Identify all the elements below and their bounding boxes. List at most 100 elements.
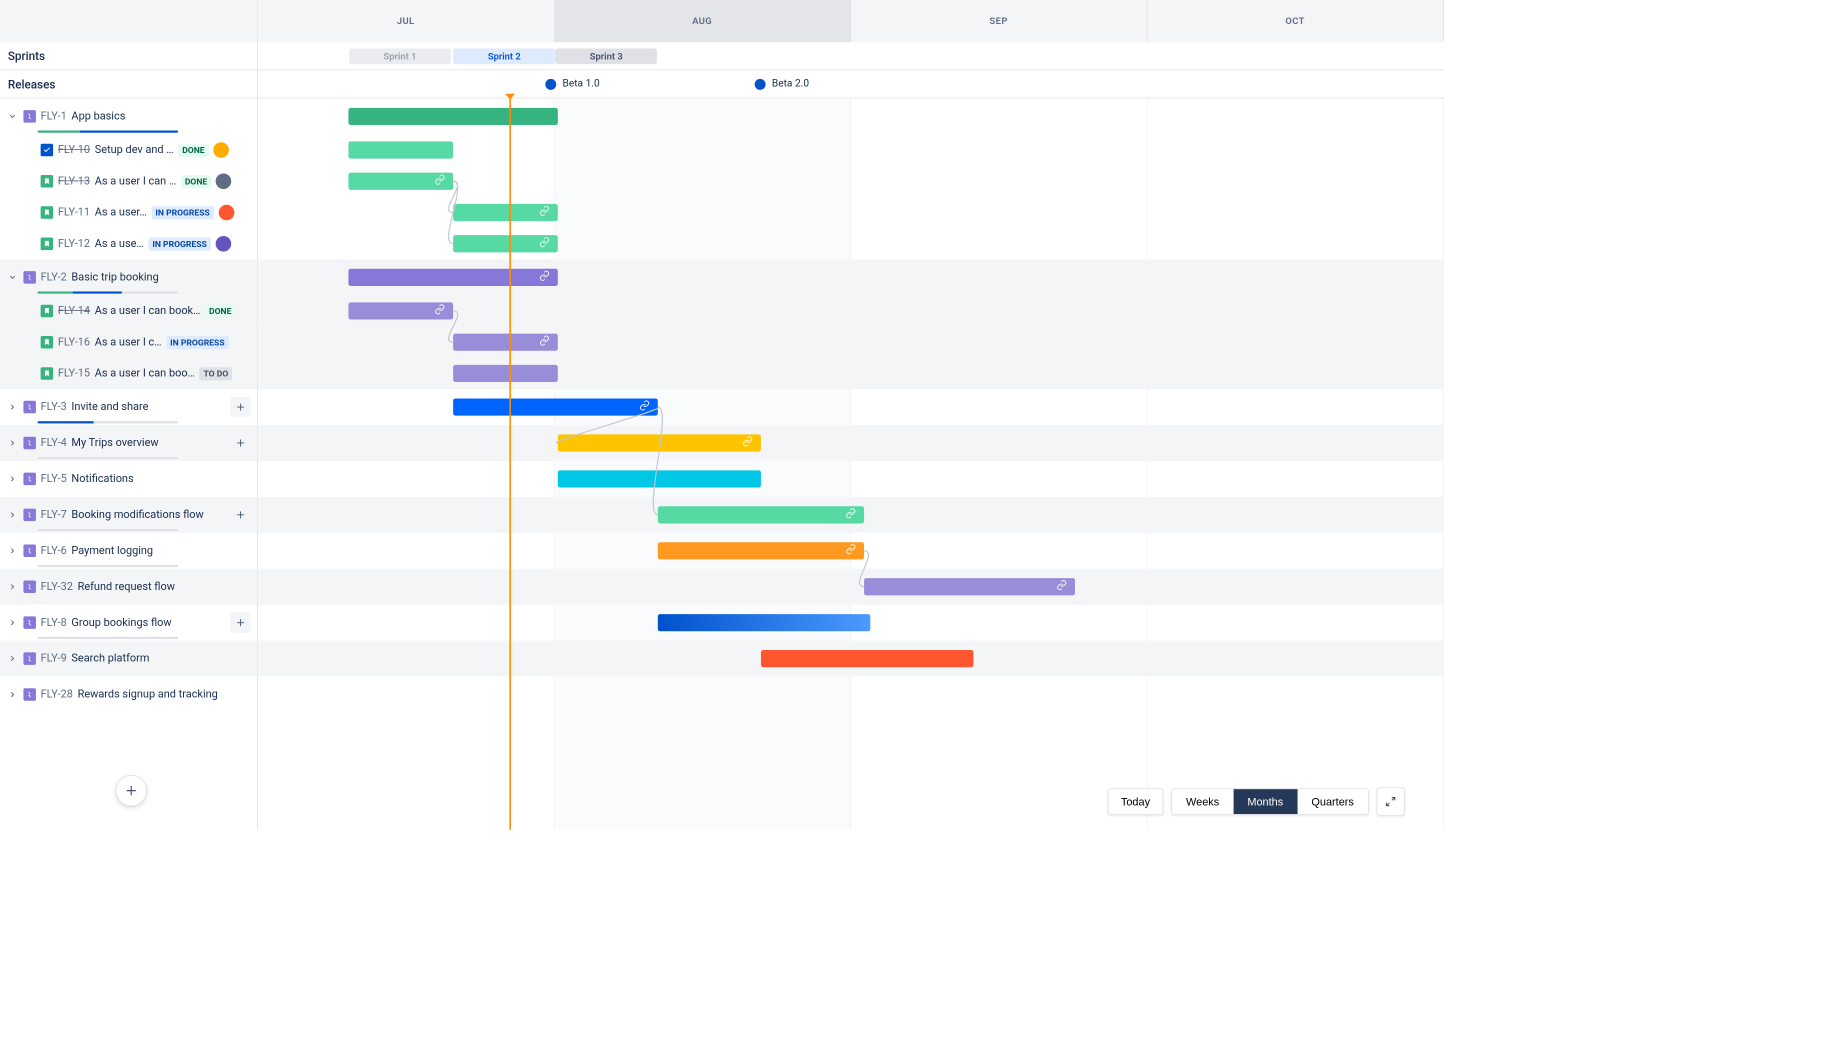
- add-child-button[interactable]: [230, 397, 250, 417]
- issue-title: As a user I can book…: [95, 305, 201, 318]
- issue-title: As a user I c…: [95, 336, 162, 349]
- chevron-right-icon[interactable]: [6, 473, 19, 486]
- month-header[interactable]: OCT: [1147, 0, 1443, 42]
- timeline-area[interactable]: [258, 98, 1444, 829]
- issue-title: As a user I can boo…: [95, 367, 195, 380]
- issue-row[interactable]: FLY-14As a user I can book…DONE: [0, 295, 257, 326]
- issue-row[interactable]: FLY-10Setup dev and …DONE: [0, 134, 257, 165]
- timeline-row: [258, 497, 1444, 533]
- timeline-bar[interactable]: [658, 542, 864, 559]
- issue-key: FLY-5: [41, 473, 67, 486]
- assignee-avatar[interactable]: [218, 205, 234, 221]
- timeline-bar[interactable]: [658, 614, 871, 631]
- timeline-row: [258, 166, 1444, 197]
- issue-title: Search platform: [71, 652, 149, 665]
- epic-row[interactable]: FLY-3Invite and share: [0, 389, 257, 425]
- assignee-avatar[interactable]: [213, 142, 229, 158]
- timeline-bar[interactable]: [558, 434, 761, 451]
- chevron-right-icon[interactable]: [6, 401, 19, 414]
- chevron-right-icon[interactable]: [6, 580, 19, 593]
- epic-row[interactable]: FLY-1App basics: [0, 98, 257, 134]
- epic-row[interactable]: FLY-7Booking modifications flow: [0, 497, 257, 533]
- month-header[interactable]: JUL: [258, 0, 554, 42]
- epic-row[interactable]: FLY-5Notifications: [0, 461, 257, 497]
- zoom-quarters-button[interactable]: Quarters: [1297, 789, 1368, 814]
- timeline-bar[interactable]: [864, 578, 1075, 595]
- release-marker[interactable]: Beta 2.0: [755, 78, 809, 90]
- timeline-bar[interactable]: [453, 365, 558, 382]
- epic-row[interactable]: FLY-4My Trips overview: [0, 425, 257, 461]
- issue-key: FLY-9: [41, 652, 67, 665]
- add-child-button[interactable]: [230, 433, 250, 453]
- month-header[interactable]: AUG: [554, 0, 850, 42]
- status-badge: TO DO: [200, 367, 233, 380]
- story-type-icon: [41, 367, 54, 380]
- issue-title: Refund request flow: [78, 580, 175, 593]
- timeline-bar[interactable]: [348, 302, 453, 319]
- sprints-label: Sprints: [0, 42, 258, 69]
- zoom-months-button[interactable]: Months: [1233, 789, 1297, 814]
- epic-type-icon: [23, 401, 36, 414]
- issue-title: As a use…: [95, 238, 144, 251]
- timeline-bar[interactable]: [348, 141, 453, 158]
- epic-row[interactable]: FLY-9 Search platform: [0, 641, 257, 677]
- create-issue-fab[interactable]: [116, 775, 147, 806]
- timeline-bar[interactable]: [658, 506, 864, 523]
- timeline-row: [258, 425, 1444, 461]
- timeline-bar[interactable]: [348, 173, 453, 190]
- chevron-down-icon[interactable]: [6, 110, 19, 123]
- issue-row[interactable]: FLY-11As a user…IN PROGRESS: [0, 197, 257, 228]
- dependency-link-icon: [1056, 580, 1067, 594]
- issue-title: Setup dev and …: [95, 144, 174, 157]
- sprint-pill[interactable]: Sprint 2: [453, 48, 555, 64]
- issue-title: Booking modifications flow: [71, 509, 203, 522]
- epic-row[interactable]: FLY-28Rewards signup and tracking: [0, 677, 257, 713]
- issue-row[interactable]: FLY-13As a user I can …DONE: [0, 166, 257, 197]
- timeline-bar[interactable]: [453, 235, 558, 252]
- chevron-right-icon[interactable]: [6, 616, 19, 629]
- epic-type-icon: [23, 110, 36, 123]
- issue-row[interactable]: FLY-15As a user I can boo…TO DO: [0, 358, 257, 389]
- fullscreen-toggle[interactable]: [1377, 788, 1405, 816]
- epic-type-icon: [23, 509, 36, 522]
- issue-row[interactable]: FLY-12As a use…IN PROGRESS: [0, 228, 257, 259]
- epic-row[interactable]: FLY-6Payment logging: [0, 533, 257, 569]
- issue-row[interactable]: FLY-16As a user I c…IN PROGRESS: [0, 327, 257, 358]
- timeline-row: [258, 358, 1444, 389]
- chevron-right-icon[interactable]: [6, 688, 19, 701]
- zoom-weeks-button[interactable]: Weeks: [1172, 789, 1233, 814]
- month-header[interactable]: SEP: [851, 0, 1147, 42]
- epic-row[interactable]: FLY-8Group bookings flow: [0, 605, 257, 641]
- sprint-pill[interactable]: Sprint 1: [349, 48, 451, 64]
- sprint-pill[interactable]: Sprint 3: [555, 48, 657, 64]
- roadmap-root: JULAUGSEPOCT Sprints Sprint 1Sprint 2Spr…: [0, 0, 1444, 830]
- timeline-bar[interactable]: [453, 398, 658, 415]
- epic-type-icon: [23, 688, 36, 701]
- story-type-icon: [41, 336, 54, 349]
- release-marker[interactable]: Beta 1.0: [545, 78, 599, 90]
- epic-row[interactable]: FLY-32Refund request flow: [0, 569, 257, 605]
- chevron-right-icon[interactable]: [6, 509, 19, 522]
- add-child-button[interactable]: [230, 613, 250, 633]
- issue-title: Rewards signup and tracking: [78, 688, 218, 701]
- timeline-bar[interactable]: [453, 334, 558, 351]
- issue-key: FLY-10: [58, 144, 90, 157]
- timeline-bar[interactable]: [453, 204, 558, 221]
- today-button[interactable]: Today: [1108, 788, 1164, 815]
- timeline-bar[interactable]: [761, 650, 974, 667]
- chevron-right-icon[interactable]: [6, 437, 19, 450]
- timeline-bar[interactable]: [348, 108, 557, 125]
- progress-bar: [38, 529, 179, 531]
- today-indicator: [509, 98, 511, 829]
- assignee-avatar[interactable]: [216, 173, 232, 189]
- add-child-button[interactable]: [230, 505, 250, 525]
- story-type-icon: [41, 175, 54, 188]
- chevron-right-icon[interactable]: [6, 545, 19, 558]
- epic-type-icon: [23, 616, 36, 629]
- timeline-bar[interactable]: [558, 470, 761, 487]
- chevron-right-icon[interactable]: [6, 652, 19, 665]
- chevron-down-icon[interactable]: [6, 271, 19, 284]
- epic-row[interactable]: FLY-2Basic trip booking: [0, 259, 257, 295]
- assignee-avatar[interactable]: [215, 236, 231, 252]
- timeline-bar[interactable]: [348, 269, 557, 286]
